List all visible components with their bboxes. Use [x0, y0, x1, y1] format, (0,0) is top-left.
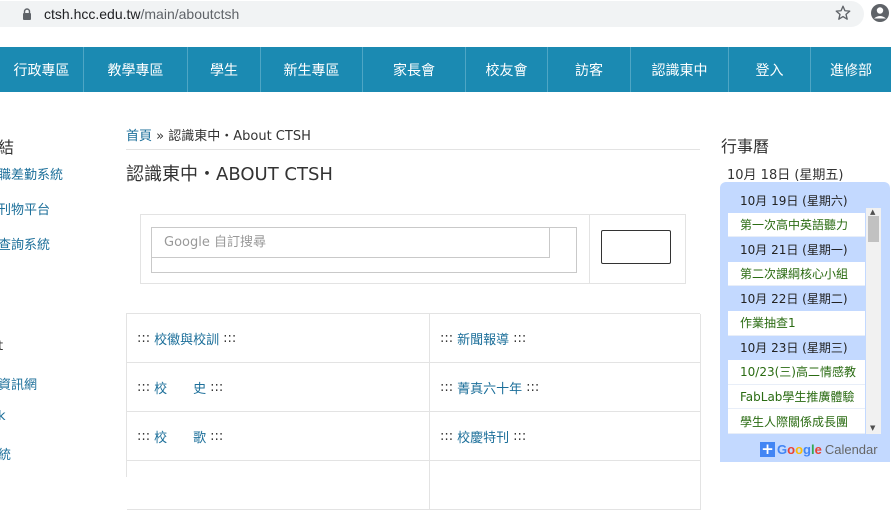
link-prefix: :::	[137, 330, 151, 346]
google-calendar-link[interactable]: + Google Calendar	[760, 440, 878, 458]
calendar-event[interactable]: 第一次高中英語聽力	[728, 212, 865, 238]
calendar-event[interactable]: FabLab學生推廣體驗	[728, 384, 865, 410]
link-grid-cell: ::: 校 歌:::	[127, 412, 430, 461]
about-link[interactable]: 菁真六十年	[457, 378, 522, 397]
main-nav: 行政專區 教學專區 學生 新生專區 家長會 校友會 訪客 認識東中 登入 進修部	[0, 47, 891, 92]
nav-item[interactable]: 學生	[187, 47, 260, 92]
google-calendar-widget: 10月 19日 (星期六) 第一次高中英語聽力 10月 21日 (星期一) 第二次課綱…	[720, 182, 890, 462]
link-suffix: :::	[513, 428, 527, 444]
about-link[interactable]: 校 歌	[154, 427, 206, 446]
divider	[589, 215, 590, 283]
sidebar-link[interactable]: 資訊網	[0, 374, 37, 393]
sidebar-link[interactable]: 職差勤系統	[0, 164, 63, 183]
sidebar-link[interactable]: 查詢系統	[0, 234, 50, 253]
calendar-agenda-list: 10月 19日 (星期六) 第一次高中英語聽力 10月 21日 (星期一) 第二次課綱…	[728, 188, 865, 434]
nav-item[interactable]: 教學專區	[83, 47, 187, 92]
calendar-event[interactable]: 作業抽查1	[728, 310, 865, 336]
sidebar-link[interactable]: 統	[0, 444, 11, 463]
calendar-title: 行事曆	[721, 137, 770, 156]
google-logo-text: Google	[777, 441, 822, 457]
calendar-date-header: 10月 22日 (星期二)	[728, 286, 865, 311]
link-grid-cell: ::: 校 史:::	[127, 363, 430, 412]
bookmark-star-icon[interactable]	[834, 4, 852, 22]
about-link[interactable]: 新聞報導	[457, 329, 509, 348]
breadcrumb: 首頁 » 認識東中・About CTSH	[126, 125, 311, 144]
search-input[interactable]	[152, 228, 550, 258]
scroll-up-arrow-icon[interactable]: ▲	[870, 208, 875, 216]
link-suffix: :::	[526, 379, 540, 395]
nav-item[interactable]: 進修部	[810, 47, 891, 92]
profile-avatar-icon[interactable]	[870, 3, 890, 23]
about-link[interactable]: 校慶特刊	[457, 427, 509, 446]
url-host: ctsh.hcc.edu.tw	[44, 6, 141, 22]
calendar-event[interactable]: 10/23(三)高二情感教	[728, 360, 865, 385]
link-grid-cell: ::: 新聞報導:::	[430, 314, 701, 363]
link-prefix: :::	[137, 428, 151, 444]
about-links-grid: ::: 校徽與校訓:::::: 新聞報導:::::: 校 史:::::: 菁真六十年::…	[126, 313, 701, 510]
link-suffix: :::	[513, 330, 527, 346]
calendar-date-header: 10月 21日 (星期一)	[728, 237, 865, 262]
nav-item[interactable]: 認識東中	[630, 47, 728, 92]
breadcrumb-home-link[interactable]: 首頁	[126, 129, 152, 144]
nav-item[interactable]: 新生專區	[260, 47, 362, 92]
nav-item[interactable]: 登入	[728, 47, 810, 92]
nav-item[interactable]: 訪客	[547, 47, 630, 92]
link-grid-cell: ::: 菁真六十年:::	[430, 363, 701, 412]
scroll-down-arrow-icon[interactable]: ▼	[870, 424, 875, 432]
sidebar-link[interactable]: t	[0, 339, 3, 354]
link-suffix: :::	[223, 330, 237, 346]
address-field[interactable]: ctsh.hcc.edu.tw/main/aboutctsh	[0, 1, 864, 27]
calendar-scrollbar[interactable]: ▲ ▼	[866, 208, 881, 434]
breadcrumb-separator: »	[152, 129, 169, 144]
link-grid-cell	[430, 461, 701, 510]
search-field-wrapper	[151, 227, 577, 273]
breadcrumb-current: 認識東中・About CTSH	[168, 129, 311, 144]
about-link[interactable]: 校 史	[154, 378, 206, 397]
link-grid-cell	[127, 461, 430, 510]
link-grid-cell: ::: 校慶特刊:::	[430, 412, 701, 461]
search-button[interactable]	[601, 230, 671, 264]
calendar-label: Calendar	[824, 441, 878, 457]
browser-address-bar: ctsh.hcc.edu.tw/main/aboutctsh	[0, 0, 891, 28]
link-prefix: :::	[137, 379, 151, 395]
url-path: /main/aboutctsh	[140, 6, 240, 22]
link-prefix: :::	[440, 428, 454, 444]
nav-item[interactable]: 家長會	[362, 47, 465, 92]
sidebar-link[interactable]: k	[0, 409, 6, 424]
divider	[126, 149, 700, 150]
calendar-event[interactable]: 第二次課綱核心小組	[728, 261, 865, 287]
sidebar-title: 結	[0, 138, 15, 157]
calendar-event[interactable]: 學生人際關係成長團	[728, 409, 865, 434]
lock-icon	[23, 8, 31, 20]
calendar-date-header: 10月 23日 (星期三)	[728, 335, 865, 361]
link-suffix: :::	[210, 428, 224, 444]
link-grid-cell: ::: 校徽與校訓:::	[127, 314, 430, 363]
link-prefix: :::	[440, 330, 454, 346]
plus-icon: +	[760, 439, 775, 458]
link-suffix: :::	[210, 379, 224, 395]
sidebar-link[interactable]: 刊物平台	[0, 199, 50, 218]
calendar-today: 10月 18日 (星期五)	[727, 168, 844, 183]
about-link[interactable]: 校徽與校訓	[154, 329, 219, 348]
calendar-date-header: 10月 19日 (星期六)	[728, 188, 865, 213]
google-custom-search	[140, 214, 686, 284]
page-title: 認識東中・ABOUT CTSH	[126, 164, 333, 185]
nav-item[interactable]: 校友會	[465, 47, 547, 92]
left-sidebar: 結 職差勤系統 刊物平台 查詢系統 t 資訊網 k 統	[0, 92, 100, 477]
url-text[interactable]: ctsh.hcc.edu.tw/main/aboutctsh	[44, 6, 239, 22]
link-prefix: :::	[440, 379, 454, 395]
nav-item[interactable]: 行政專區	[0, 47, 83, 92]
scrollbar-thumb[interactable]	[868, 216, 879, 242]
